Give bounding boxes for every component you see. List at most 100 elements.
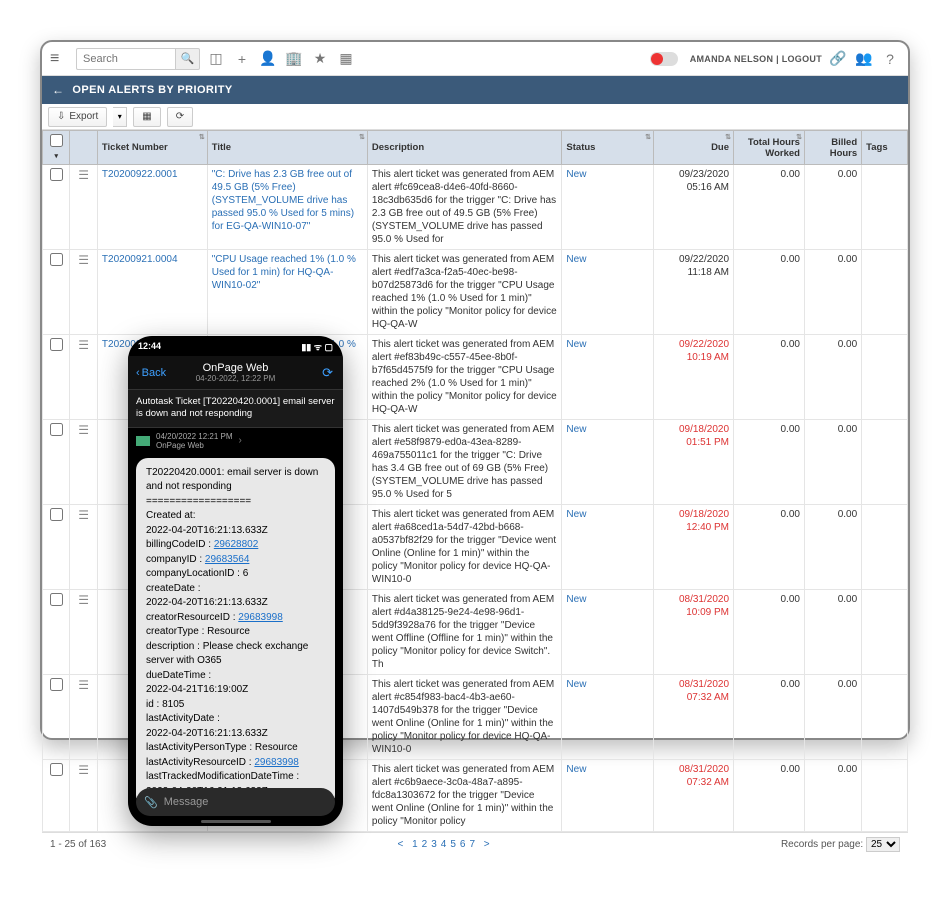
plus-icon[interactable]: + (232, 49, 252, 69)
phone-link[interactable]: 29628802 (214, 539, 259, 550)
page-2[interactable]: 2 (422, 839, 428, 850)
page-1[interactable]: 1 (412, 839, 418, 850)
page-4[interactable]: 4 (441, 839, 447, 850)
row-menu-icon[interactable]: ☰ (78, 763, 89, 777)
desc-cell: This alert ticket was generated from AEM… (367, 675, 562, 760)
row-checkbox[interactable] (50, 338, 63, 351)
row-menu-icon[interactable]: ☰ (78, 593, 89, 607)
due-cell: 09/22/202010:19 AM (653, 335, 733, 420)
status-link[interactable]: New (566, 169, 586, 180)
phone-refresh-icon[interactable]: ⟳ (322, 365, 333, 381)
col-billed[interactable]: Billed Hours (804, 131, 861, 165)
billed-cell: 0.00 (804, 590, 861, 675)
col-menu (70, 131, 97, 165)
col-desc[interactable]: Description (367, 131, 562, 165)
title-link[interactable]: "CPU Usage reached 1% (1.0 % Used for 1 … (212, 254, 356, 291)
toolbar: ⇩ Export ▾ ▦ ⟳ (42, 104, 908, 130)
row-menu-icon[interactable]: ☰ (78, 253, 89, 267)
status-link[interactable]: New (566, 339, 586, 350)
hamburger-icon[interactable]: ≡ (50, 50, 70, 68)
row-checkbox[interactable] (50, 168, 63, 181)
status-link[interactable]: New (566, 509, 586, 520)
rpp-select[interactable]: 25 (866, 837, 900, 852)
export-dropdown[interactable]: ▾ (113, 107, 127, 127)
col-due[interactable]: Due⇅ (653, 131, 733, 165)
help-icon[interactable]: ? (880, 49, 900, 69)
chart-icon[interactable]: ◫ (206, 49, 226, 69)
back-arrow-icon[interactable]: ← (52, 83, 64, 97)
desc-cell: This alert ticket was generated from AEM… (367, 250, 562, 335)
search-button[interactable]: 🔍 (176, 48, 200, 70)
row-checkbox[interactable] (50, 763, 63, 776)
row-checkbox[interactable] (50, 678, 63, 691)
col-tags[interactable]: Tags (862, 131, 908, 165)
status-link[interactable]: New (566, 254, 586, 265)
grid-view-button[interactable]: ▦ (133, 107, 160, 127)
phone-statusbar: 12:44▮▮ ᯤ ▢ (128, 336, 343, 356)
status-link[interactable]: New (566, 764, 586, 775)
col-ticket[interactable]: Ticket Number⇅ (97, 131, 207, 165)
phone-nav: ‹Back OnPage Web 04-20-2022, 12:22 PM ⟳ (128, 356, 343, 390)
col-hours[interactable]: Total Hours Worked⇅ (734, 131, 805, 165)
due-cell: 08/31/202010:09 PM (653, 590, 733, 675)
page-6[interactable]: 6 (460, 839, 466, 850)
hours-cell: 0.00 (734, 675, 805, 760)
page-3[interactable]: 3 (431, 839, 437, 850)
hours-cell: 0.00 (734, 250, 805, 335)
title-link[interactable]: "C: Drive has 2.3 GB free out of 49.5 GB… (212, 169, 354, 232)
phone-link[interactable]: 29683564 (205, 554, 250, 565)
row-checkbox[interactable] (50, 508, 63, 521)
phone-link[interactable]: 29683998 (254, 757, 299, 768)
col-title[interactable]: Title⇅ (207, 131, 367, 165)
pager: < 1234567 > (106, 839, 781, 850)
star-icon[interactable]: ★ (310, 49, 330, 69)
phone-title: OnPage Web 04-20-2022, 12:22 PM (128, 362, 343, 383)
row-checkbox[interactable] (50, 423, 63, 436)
ticket-link[interactable]: T20200922.0001 (102, 169, 178, 180)
phone-subject: Autotask Ticket [T20220420.0001] email s… (128, 390, 343, 428)
hours-cell: 0.00 (734, 590, 805, 675)
col-status[interactable]: Status⇅ (562, 131, 654, 165)
status-link[interactable]: New (566, 594, 586, 605)
row-menu-icon[interactable]: ☰ (78, 168, 89, 182)
page-5[interactable]: 5 (450, 839, 456, 850)
person-icon[interactable]: 👤 (258, 49, 278, 69)
page-prev[interactable]: < (397, 839, 403, 850)
tags-cell (862, 165, 908, 250)
refresh-button[interactable]: ⟳ (167, 107, 193, 127)
chevron-right-icon[interactable]: › (239, 435, 242, 446)
search-icon: 🔍 (181, 53, 195, 65)
page-7[interactable]: 7 (469, 839, 475, 850)
phone-message-input[interactable]: 📎 Message (136, 788, 335, 816)
row-checkbox[interactable] (50, 253, 63, 266)
row-menu-icon[interactable]: ☰ (78, 423, 89, 437)
calendar-icon[interactable]: ▦ (336, 49, 356, 69)
billed-cell: 0.00 (804, 250, 861, 335)
attach-icon[interactable]: 📎 (144, 796, 158, 809)
group-icon[interactable]: 👥 (854, 49, 874, 69)
row-menu-icon[interactable]: ☰ (78, 338, 89, 352)
logout-link[interactable]: LOGOUT (782, 54, 822, 64)
page-next[interactable]: > (484, 839, 490, 850)
status-toggle[interactable] (650, 52, 678, 66)
status-link[interactable]: New (566, 424, 586, 435)
search-input[interactable] (76, 48, 176, 70)
search-wrap: 🔍 (76, 48, 200, 70)
billed-cell: 0.00 (804, 760, 861, 832)
row-menu-icon[interactable]: ☰ (78, 508, 89, 522)
row-checkbox[interactable] (50, 593, 63, 606)
ticket-link[interactable]: T20200921.0004 (102, 254, 178, 265)
tags-cell (862, 505, 908, 590)
envelope-icon (136, 436, 150, 446)
tags-cell (862, 675, 908, 760)
select-all-checkbox[interactable] (50, 134, 63, 147)
status-link[interactable]: New (566, 679, 586, 690)
export-button[interactable]: ⇩ Export (48, 107, 107, 127)
phone-link[interactable]: 29683998 (238, 612, 283, 623)
billed-cell: 0.00 (804, 335, 861, 420)
link-icon[interactable]: 🔗 (828, 49, 848, 69)
tags-cell (862, 420, 908, 505)
row-menu-icon[interactable]: ☰ (78, 678, 89, 692)
desc-cell: This alert ticket was generated from AEM… (367, 760, 562, 832)
building-icon[interactable]: 🏢 (284, 49, 304, 69)
